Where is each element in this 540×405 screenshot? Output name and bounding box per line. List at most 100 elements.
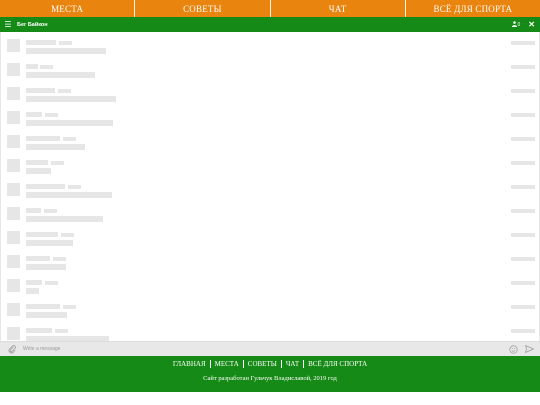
list-item <box>1 155 539 179</box>
name-placeholder <box>26 256 50 261</box>
smiley-icon[interactable] <box>507 344 519 354</box>
name-placeholder <box>26 40 56 45</box>
list-item <box>1 107 539 131</box>
list-item <box>1 275 539 299</box>
list-item <box>1 179 539 203</box>
time-placeholder <box>511 89 535 93</box>
time-placeholder <box>511 161 535 165</box>
name-placeholder <box>26 304 60 309</box>
page-bottom <box>0 392 540 405</box>
name-placeholder <box>26 328 52 333</box>
text-placeholder <box>26 120 113 126</box>
time-placeholder <box>511 281 535 285</box>
meta-placeholder <box>45 113 58 117</box>
meta-placeholder <box>63 137 76 141</box>
avatar-placeholder <box>7 39 20 52</box>
list-item <box>1 131 539 155</box>
time-placeholder <box>511 305 535 309</box>
message-composer <box>0 341 540 356</box>
footer-link-tips[interactable]: СОВЕТЫ <box>244 360 281 368</box>
meta-placeholder <box>53 257 66 261</box>
text-placeholder <box>26 72 95 78</box>
footer-link-places[interactable]: МЕСТА <box>211 360 243 368</box>
list-item <box>1 203 539 227</box>
list-item <box>1 323 539 341</box>
send-icon[interactable] <box>523 345 535 353</box>
avatar-placeholder <box>7 63 20 76</box>
text-placeholder <box>26 48 106 54</box>
avatar-placeholder <box>7 159 20 172</box>
nav-divider <box>404 0 406 17</box>
list-item <box>1 299 539 323</box>
top-nav: МЕСТА СОВЕТЫ ЧАТ ВСЁ ДЛЯ СПОРТА <box>0 0 540 17</box>
meta-placeholder <box>68 185 81 189</box>
text-placeholder <box>26 288 39 294</box>
nav-item-places[interactable]: МЕСТА <box>0 0 134 17</box>
text-placeholder <box>26 96 116 102</box>
meta-placeholder <box>45 281 58 285</box>
name-placeholder <box>26 136 60 141</box>
avatar-placeholder <box>7 183 20 196</box>
list-item <box>1 83 539 107</box>
avatar-placeholder <box>7 303 20 316</box>
time-placeholder <box>511 137 535 141</box>
meta-placeholder <box>40 65 53 69</box>
text-placeholder <box>26 168 51 174</box>
list-item <box>1 251 539 275</box>
avatar-placeholder <box>7 279 20 292</box>
time-placeholder <box>511 41 535 45</box>
message-input[interactable] <box>21 343 507 355</box>
avatar-placeholder <box>7 135 20 148</box>
name-placeholder <box>26 232 58 237</box>
footer-link-sport-gear[interactable]: ВСЁ ДЛЯ СПОРТА <box>304 360 371 368</box>
site-footer: ГЛАВНАЯ МЕСТА СОВЕТЫ ЧАТ ВСЁ ДЛЯ СПОРТА … <box>0 356 540 392</box>
footer-credit: Сайт разработан Гульчук Владиславой, 201… <box>203 375 337 382</box>
time-placeholder <box>511 65 535 69</box>
avatar-placeholder <box>7 255 20 268</box>
user-icon <box>511 20 517 29</box>
name-placeholder <box>26 160 48 165</box>
time-placeholder <box>511 329 535 333</box>
online-count: 0 <box>517 21 521 28</box>
meta-placeholder <box>63 305 76 309</box>
nav-item-tips[interactable]: СОВЕТЫ <box>135 0 269 17</box>
meta-placeholder <box>58 89 71 93</box>
list-item <box>1 59 539 83</box>
text-placeholder <box>26 264 66 270</box>
time-placeholder <box>511 257 535 261</box>
avatar-placeholder <box>7 231 20 244</box>
text-placeholder <box>26 192 112 198</box>
meta-placeholder <box>51 161 64 165</box>
meta-placeholder <box>61 233 74 237</box>
list-item <box>1 227 539 251</box>
text-placeholder <box>26 240 73 246</box>
footer-link-chat[interactable]: ЧАТ <box>282 360 303 368</box>
text-placeholder <box>26 312 67 318</box>
name-placeholder <box>26 112 42 117</box>
time-placeholder <box>511 185 535 189</box>
name-placeholder <box>26 280 42 285</box>
time-placeholder <box>511 209 535 213</box>
paperclip-icon[interactable] <box>3 344 21 354</box>
menu-icon[interactable]: ☰ <box>1 17 15 32</box>
avatar-placeholder <box>7 207 20 220</box>
text-placeholder <box>26 216 103 222</box>
message-list[interactable] <box>0 32 540 341</box>
footer-link-home[interactable]: ГЛАВНАЯ <box>169 360 210 368</box>
nav-divider <box>134 0 136 17</box>
nav-item-chat[interactable]: ЧАТ <box>271 0 405 17</box>
time-placeholder <box>511 113 535 117</box>
avatar-placeholder <box>7 327 20 340</box>
meta-placeholder <box>55 329 68 333</box>
avatar-placeholder <box>7 111 20 124</box>
online-users[interactable]: 0 <box>511 20 521 29</box>
footer-nav: ГЛАВНАЯ МЕСТА СОВЕТЫ ЧАТ ВСЁ ДЛЯ СПОРТА <box>0 360 540 368</box>
name-placeholder <box>26 88 55 93</box>
name-placeholder <box>26 208 41 213</box>
avatar-placeholder <box>7 87 20 100</box>
time-placeholder <box>511 233 535 237</box>
text-placeholder <box>26 144 85 150</box>
chat-header: ☰ Бег Байкон 0 ✕ <box>0 17 540 32</box>
nav-item-sport-gear[interactable]: ВСЁ ДЛЯ СПОРТА <box>406 0 540 17</box>
close-icon[interactable]: ✕ <box>528 20 535 29</box>
